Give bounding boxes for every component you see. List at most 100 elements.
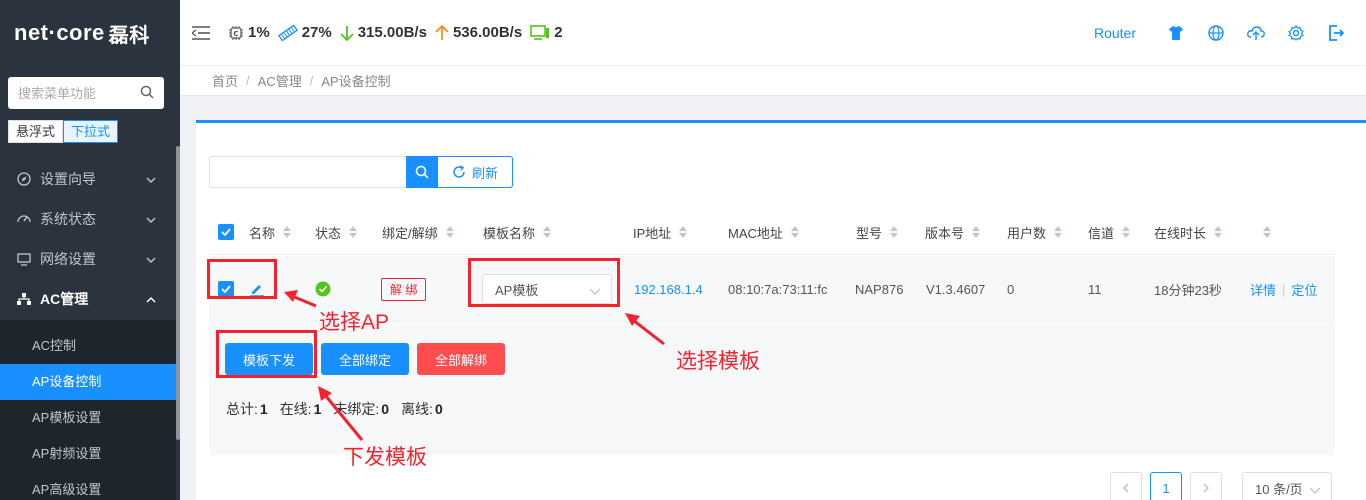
collapse-menu-icon[interactable]: [192, 23, 212, 43]
sidebar-scrollbar[interactable]: [176, 146, 180, 440]
sidebar-item-label: 系统状态: [40, 211, 96, 227]
brand-name-cn: 磊科: [108, 24, 150, 47]
client-count: 2: [530, 24, 563, 41]
sort-icon: [1263, 226, 1271, 238]
page-size-select[interactable]: 10 条/页: [1242, 472, 1332, 500]
menu-mode-toggle: 悬浮式 下拉式: [8, 120, 119, 143]
svg-text:C: C: [233, 30, 238, 38]
logout-icon[interactable]: [1326, 23, 1346, 43]
chevron-down-icon: [146, 212, 156, 228]
unbind-all-button[interactable]: 全部解绑: [417, 343, 505, 375]
user-count: 0: [1007, 281, 1015, 297]
column-mac[interactable]: MAC地址: [728, 209, 799, 255]
sidebar-item-label: 设置向导: [40, 171, 96, 187]
sidebar: net·core 磊科 悬浮式 下拉式 设置向导 系统状态 网络设置 AC管理 …: [0, 0, 180, 500]
batch-actions-area: 模板下发 全部绑定 全部解绑 总计: 1 在线: 1 未绑定: 0 离线: 0: [209, 323, 1335, 455]
chevron-up-icon: [146, 292, 156, 308]
annotation-box-select-template: [468, 258, 620, 307]
arrow-up-icon: [435, 24, 449, 40]
sort-icon: [1054, 226, 1063, 238]
annotation-select-template: 选择模板: [676, 350, 760, 373]
sidebar-item-system-status[interactable]: 系统状态: [0, 199, 176, 239]
bind-all-button[interactable]: 全部绑定: [321, 343, 409, 375]
arrow-down-icon: [340, 25, 354, 41]
search-icon: [415, 165, 429, 179]
locate-link[interactable]: 定位: [1291, 280, 1317, 299]
ap-search-input[interactable]: [209, 156, 406, 188]
ip-address[interactable]: 192.168.1.4: [634, 256, 703, 322]
sidebar-subitem-ap-radio[interactable]: AP射频设置: [0, 436, 176, 472]
sidebar-item-label: AC管理: [40, 291, 89, 307]
mode-float-button[interactable]: 悬浮式: [8, 120, 64, 143]
router-link[interactable]: Router: [1094, 25, 1136, 41]
column-users[interactable]: 用户数: [1007, 209, 1063, 255]
annotation-box-select-ap: [207, 259, 277, 299]
column-version[interactable]: 版本号: [925, 209, 981, 255]
column-name[interactable]: 名称: [249, 209, 292, 255]
sort-icon: [283, 226, 292, 238]
sidebar-subitem-ac-control[interactable]: AC控制: [0, 328, 176, 364]
memory-usage: 27%: [277, 24, 332, 41]
page-number-button[interactable]: 1: [1150, 472, 1182, 500]
uptime: 18分钟23秒: [1154, 282, 1222, 298]
ac-submenu: AC控制 AP设备控制 AP模板设置 AP射频设置 AP高级设置: [0, 320, 176, 500]
menu-search[interactable]: [8, 77, 164, 109]
sort-icon: [445, 226, 454, 238]
chevron-down-icon: [1309, 483, 1321, 498]
menu-search-input[interactable]: [18, 85, 128, 101]
row-actions: 详情 | 定位: [1250, 280, 1318, 299]
brand-name: net·core: [14, 20, 105, 45]
computer-icon: [530, 24, 550, 40]
mac-address: 08:10:7a:73:11:fc: [728, 281, 828, 297]
table-header: 名称 状态 绑定/解绑 模板名称 IP地址 MAC地址 型号 版本号 用户数 信…: [209, 209, 1335, 255]
sort-icon: [790, 226, 799, 238]
column-channel[interactable]: 信道: [1088, 209, 1131, 255]
device-summary: 总计: 1 在线: 1 未绑定: 0 离线: 0: [226, 401, 443, 417]
top-header: C 1% 27% 315.00B/s 536.00B/s 2 Router: [180, 0, 1366, 66]
sidebar-subitem-ap-template[interactable]: AP模板设置: [0, 400, 176, 436]
column-uptime[interactable]: 在线时长: [1154, 209, 1223, 255]
tree-icon: [16, 291, 32, 307]
annotation-box-push-template: [216, 330, 317, 378]
sidebar-item-ac-management[interactable]: AC管理: [0, 279, 176, 319]
detail-link[interactable]: 详情: [1250, 280, 1276, 299]
compass-icon: [16, 171, 32, 187]
column-ops-sort[interactable]: [1255, 209, 1271, 255]
sidebar-item-network-settings[interactable]: 网络设置: [0, 239, 176, 279]
column-status[interactable]: 状态: [315, 209, 358, 255]
globe-icon[interactable]: [1206, 23, 1226, 43]
sidebar-subitem-ap-device-control[interactable]: AP设备控制: [0, 364, 176, 400]
chevron-down-icon: [146, 252, 156, 268]
sidebar-item-setup-wizard[interactable]: 设置向导: [0, 159, 176, 199]
cpu-icon: C: [229, 25, 243, 40]
column-model[interactable]: 型号: [856, 209, 899, 255]
sidebar-item-label: 网络设置: [40, 251, 96, 267]
download-speed: 315.00B/s: [340, 24, 427, 41]
gear-icon[interactable]: [1286, 23, 1306, 43]
annotation-push-template: 下发模板: [343, 446, 427, 469]
sort-icon: [543, 226, 552, 238]
brand-logo: net·core 磊科: [0, 0, 180, 66]
sort-icon: [972, 226, 981, 238]
breadcrumb-home[interactable]: 首页: [212, 71, 238, 90]
annotation-select-ap: 选择AP: [319, 311, 390, 334]
breadcrumb: 首页 / AC管理 / AP设备控制: [180, 66, 1366, 96]
refresh-button[interactable]: 刷新: [438, 156, 514, 188]
breadcrumb-ac-management[interactable]: AC管理: [258, 71, 302, 90]
sidebar-subitem-ap-advanced[interactable]: AP高级设置: [0, 472, 176, 500]
prev-page-button[interactable]: [1110, 472, 1142, 500]
column-bind[interactable]: 绑定/解绑: [382, 209, 454, 255]
search-icon[interactable]: [140, 85, 154, 102]
memory-icon: [277, 24, 298, 41]
column-ip[interactable]: IP地址: [633, 209, 688, 255]
column-template[interactable]: 模板名称: [483, 209, 552, 255]
tshirt-icon[interactable]: [1166, 23, 1186, 43]
mode-dropdown-button[interactable]: 下拉式: [63, 120, 119, 143]
cloud-upload-icon[interactable]: [1246, 23, 1266, 43]
upload-speed: 536.00B/s: [435, 24, 522, 41]
search-button[interactable]: [406, 156, 438, 188]
select-all-checkbox[interactable]: [218, 209, 234, 255]
dashboard-icon: [16, 211, 32, 227]
cpu-usage: C 1%: [228, 24, 270, 41]
next-page-button[interactable]: [1190, 472, 1222, 500]
